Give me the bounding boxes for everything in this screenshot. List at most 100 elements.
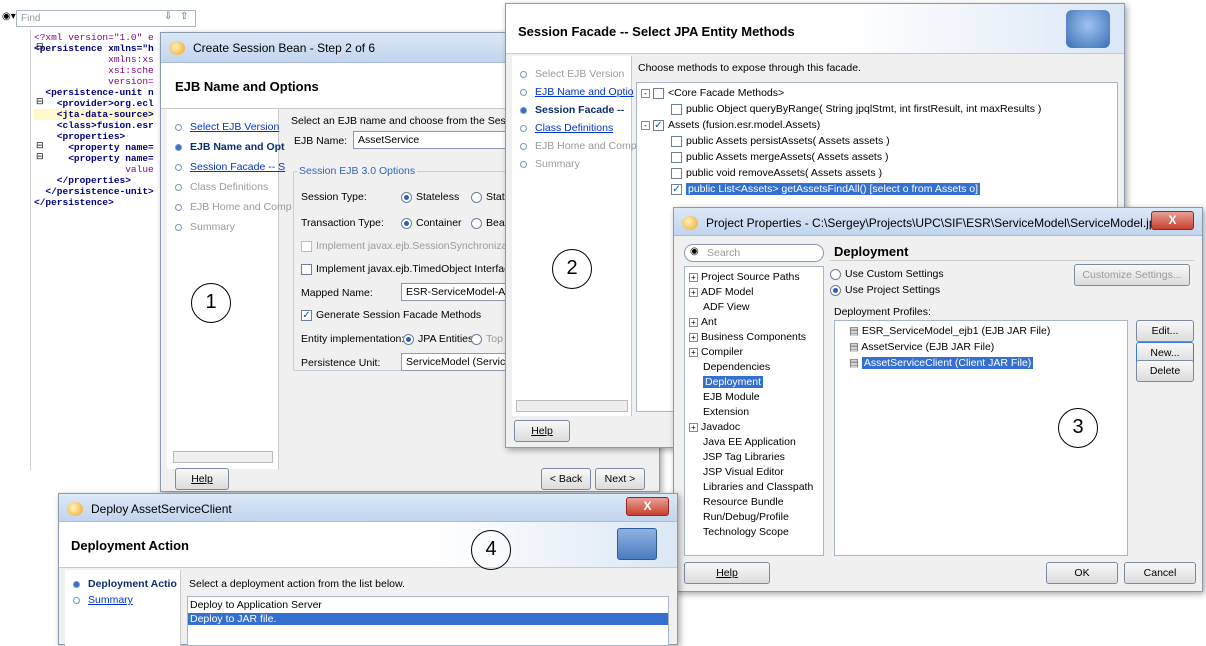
nav-item[interactable]: Libraries and Classpath (703, 481, 813, 493)
close-button[interactable]: X (626, 497, 669, 516)
dialog-titlebar[interactable]: Project Properties - C:\Sergey\Projects\… (674, 208, 1202, 236)
code-line: xmlns:xs (34, 54, 154, 65)
nav-item[interactable]: + Ant (689, 316, 717, 328)
close-button[interactable]: X (1151, 211, 1194, 230)
dialog-title: Project Properties - C:\Sergey\Projects\… (706, 216, 1160, 230)
profile-item[interactable]: ▤ AssetService (EJB JAR File) (849, 341, 994, 353)
fold-icon[interactable]: ⊟ (36, 96, 44, 107)
tree-node-core-facade[interactable]: - <Core Facade Methods> (641, 87, 784, 99)
edit-button[interactable]: Edit... (1136, 320, 1194, 342)
action-item[interactable]: Deploy to Application Server (190, 599, 666, 611)
jar-file-icon: ▤ (849, 325, 862, 337)
generate-facade-checkbox[interactable]: ✓ Generate Session Facade Methods (301, 309, 481, 321)
nav-item[interactable]: Resource Bundle (703, 496, 784, 508)
nav-item[interactable]: JSP Visual Editor (703, 466, 784, 478)
ejb-name-input[interactable]: AssetService (353, 131, 513, 149)
help-button[interactable]: Help (175, 468, 229, 490)
wizard-steps: Deployment Actio Summary (65, 570, 181, 646)
tree-node-method[interactable]: public Assets persistAssets( Assets asse… (671, 135, 890, 147)
section-title: Deployment (834, 244, 909, 259)
stateful-radio[interactable]: Stat (471, 191, 505, 203)
nav-item[interactable]: Technology Scope (703, 526, 789, 538)
step-summary: Summary (175, 221, 235, 233)
back-button[interactable]: < Back (541, 468, 591, 490)
profiles-label: Deployment Profiles: (834, 306, 931, 318)
fold-icon[interactable]: ⊟ (36, 41, 44, 52)
next-button[interactable]: Next > (595, 468, 645, 490)
step-class-definitions: Class Definitions (175, 181, 268, 193)
help-button[interactable]: Help (684, 562, 770, 584)
wizard-steps: Select EJB Version EJB Name and Optio Se… (512, 56, 637, 416)
step-select-ejb-version[interactable]: Select EJB Version (175, 121, 279, 133)
use-custom-radio[interactable]: Use Custom Settings (830, 268, 944, 280)
code-line: value (34, 164, 154, 175)
step-class-definitions[interactable]: Class Definitions (520, 122, 613, 134)
page-header: Deployment Action (59, 522, 677, 568)
delete-button[interactable]: Delete (1136, 360, 1194, 382)
nav-item[interactable]: EJB Module (703, 391, 760, 403)
profile-item-selected[interactable]: ▤ AssetServiceClient (Client JAR File) (849, 357, 1034, 369)
persistence-unit-select[interactable]: ServiceModel (ServiceI (401, 353, 511, 371)
nav-item[interactable]: + Business Components (689, 331, 806, 343)
horizontal-scrollbar[interactable] (173, 451, 273, 463)
fold-icon[interactable]: ⊟ (36, 140, 44, 151)
jpa-entities-radio[interactable]: JPA Entities (403, 333, 473, 345)
deployment-action-list[interactable]: Deploy to Application Server Deploy to J… (187, 596, 669, 646)
bean-radio[interactable]: Bea (471, 217, 505, 229)
nav-item[interactable]: Dependencies (703, 361, 770, 373)
jdeveloper-icon (682, 216, 698, 230)
tree-node-method[interactable]: public void removeAssets( Assets assets … (671, 167, 882, 179)
container-radio[interactable]: Container (401, 217, 462, 229)
step-summary[interactable]: Summary (73, 594, 133, 606)
step-ejb-name-options[interactable]: EJB Name and Optio (520, 86, 634, 98)
transaction-type-label: Transaction Type: (301, 217, 384, 229)
code-line: <properties> (34, 131, 126, 142)
code-line: </persistence> (34, 197, 114, 208)
nav-item[interactable]: + Javadoc (689, 421, 740, 433)
step-ejb-name-options[interactable]: EJB Name and Opt (175, 141, 285, 153)
fold-icon[interactable]: ⊟ (36, 151, 44, 162)
binoculars-icon[interactable]: ◉▾ (2, 11, 16, 22)
category-tree[interactable]: + Project Source Paths + ADF Model ADF Vie… (684, 266, 824, 556)
jdeveloper-icon (67, 502, 83, 516)
nav-item[interactable]: + Compiler (689, 346, 743, 358)
tree-node-method[interactable]: public Assets mergeAssets( Assets assets… (671, 151, 889, 163)
cancel-button[interactable]: Cancel (1124, 562, 1196, 584)
help-button[interactable]: Help (514, 420, 570, 442)
search-input[interactable]: Search (684, 244, 824, 262)
mapped-name-input[interactable]: ESR-ServiceModel-Ass (401, 283, 511, 301)
dialog-titlebar[interactable]: Deploy AssetServiceClient (59, 494, 677, 522)
jar-file-icon: ▤ (849, 341, 862, 353)
nav-item[interactable]: Java EE Application (703, 436, 796, 448)
action-item-selected[interactable]: Deploy to JAR file. (188, 613, 668, 625)
timed-object-checkbox[interactable]: Implement javax.ejb.TimedObject Interfac… (301, 263, 515, 275)
ok-button[interactable]: OK (1046, 562, 1118, 584)
intro-text: Select a deployment action from the list… (189, 578, 405, 590)
step-session-facade[interactable]: Session Facade -- (520, 104, 624, 116)
nav-item[interactable]: Run/Debug/Profile (703, 511, 789, 523)
step-deployment-action[interactable]: Deployment Actio (73, 578, 177, 590)
callout-3: 3 (1058, 408, 1098, 448)
tree-node-method-selected[interactable]: ✓ public List<Assets> getAssetsFindAll() … (671, 183, 981, 195)
profile-item[interactable]: ▤ ESR_ServiceModel_ejb1 (EJB JAR File) (849, 325, 1050, 337)
tree-node-method[interactable]: public Object queryByRange( String jpqlS… (671, 103, 1041, 115)
jdeveloper-icon (169, 41, 185, 55)
code-line: <?xml version="1.0" e (34, 32, 154, 43)
find-down-icon[interactable]: ⇩ (164, 11, 172, 22)
use-project-radio[interactable]: Use Project Settings (830, 284, 940, 296)
nav-item[interactable]: JSP Tag Libraries (703, 451, 785, 463)
nav-item[interactable]: Extension (703, 406, 749, 418)
horizontal-scrollbar[interactable] (516, 400, 628, 412)
step-session-facade[interactable]: Session Facade -- S (175, 161, 285, 173)
step-ejb-home: EJB Home and Comp (520, 140, 637, 152)
nav-item[interactable]: + Project Source Paths (689, 271, 800, 283)
stateless-radio[interactable]: Stateless (401, 191, 459, 203)
nav-item[interactable]: + ADF Model (689, 286, 754, 298)
options-group-label: Session EJB 3.0 Options (297, 165, 418, 177)
customize-settings-button: Customize Settings... (1074, 264, 1190, 286)
wizard-graphic-icon (1066, 10, 1110, 48)
tree-node-assets[interactable]: - ✓ Assets (fusion.esr.model.Assets) (641, 119, 820, 131)
find-up-icon[interactable]: ⇧ (180, 11, 188, 22)
nav-item-selected[interactable]: Deployment (703, 376, 764, 388)
nav-item[interactable]: ADF View (703, 301, 750, 313)
